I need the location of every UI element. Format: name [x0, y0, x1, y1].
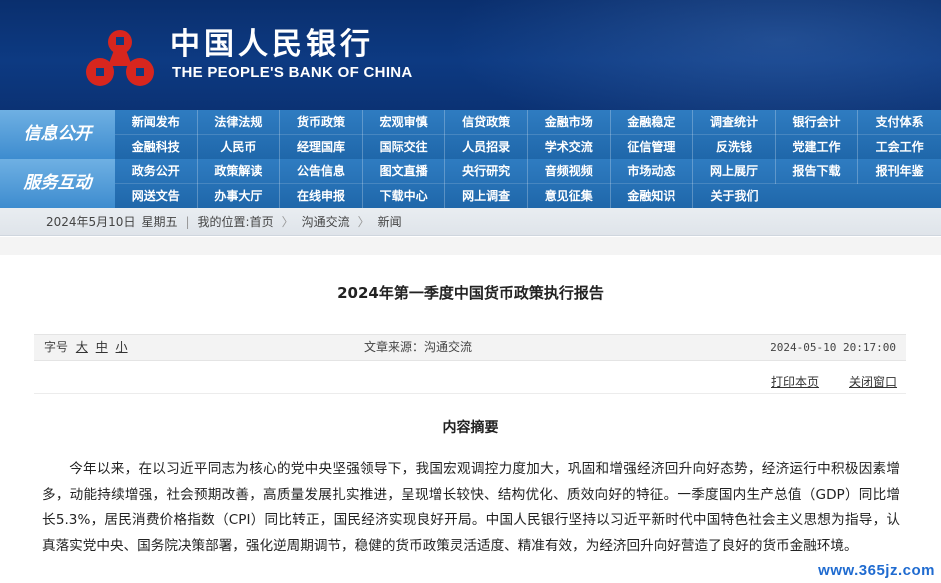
breadcrumb-separator: 〉 — [357, 215, 370, 229]
font-size-large-link[interactable]: 大 — [76, 340, 88, 354]
article-source: 文章来源：沟通交流 — [364, 340, 473, 354]
nav-item-rmb[interactable]: 人民币 — [198, 134, 281, 159]
nav-item-monetary-policy[interactable]: 货币政策 — [280, 110, 363, 135]
nav-item-academic[interactable]: 学术交流 — [528, 134, 611, 159]
nav-item-bank-accounting[interactable]: 银行会计 — [776, 110, 859, 135]
nav-row: 金融科技 人民币 经理国库 国际交往 人员招录 学术交流 征信管理 反洗钱 党建… — [115, 134, 941, 160]
nav-item-financial-knowledge[interactable]: 金融知识 — [611, 183, 694, 208]
breadcrumb: 2024年5月10日 星期五 | 我的位置: 首页 〉 沟通交流 〉 新闻 — [0, 208, 941, 236]
site-header: 中国人民银行 THE PEOPLE'S BANK OF CHINA — [0, 0, 941, 110]
article-title: 2024年第一季度中国货币政策执行报告 — [337, 284, 604, 302]
nav-item-about-us[interactable]: 关于我们 — [693, 184, 776, 209]
site-watermark: www.365jz.com — [818, 562, 935, 579]
font-size-switcher: 字号 大 中 小 — [44, 335, 128, 360]
nav-item-party-building[interactable]: 党建工作 — [776, 134, 859, 159]
nav-item-online-survey[interactable]: 网上调查 — [445, 183, 528, 208]
nav-item-financial-market[interactable]: 金融市场 — [528, 110, 611, 135]
content-top-band — [0, 237, 941, 255]
nav-item-financial-stability[interactable]: 金融稳定 — [611, 110, 694, 135]
summary-heading: 内容摘要 — [442, 420, 499, 436]
bank-name-en: THE PEOPLE'S BANK OF CHINA — [172, 64, 413, 81]
current-date: 2024年5月10日 — [46, 215, 136, 229]
nav-label-service: 服务互动 — [0, 159, 115, 208]
nav-item-treasury[interactable]: 经理国库 — [280, 134, 363, 159]
font-size-label: 字号 — [44, 340, 69, 354]
nav-item-announcements[interactable]: 公告信息 — [280, 159, 363, 184]
nav-item-gov-affairs[interactable]: 政务公开 — [115, 159, 198, 184]
breadcrumb-divider: | — [185, 215, 190, 229]
divider — [34, 393, 906, 394]
nav-item-macroprudential[interactable]: 宏观审慎 — [363, 110, 446, 135]
font-size-medium-link[interactable]: 中 — [96, 340, 108, 354]
nav-item-market-dynamics[interactable]: 市场动态 — [611, 159, 694, 184]
nav-item-service-hall[interactable]: 办事大厅 — [198, 183, 281, 208]
nav-item-online-notices[interactable]: 网送文告 — [115, 183, 198, 208]
location-label: 我的位置: — [197, 215, 250, 229]
nav-item-recruitment[interactable]: 人员招录 — [445, 134, 528, 159]
nav-item-online-filing[interactable]: 在线申报 — [280, 183, 363, 208]
nav-item-opinion-collection[interactable]: 意见征集 — [528, 183, 611, 208]
nav-row: 新闻发布 法律法规 货币政策 宏观审慎 信贷政策 金融市场 金融稳定 调查统计 … — [115, 110, 941, 135]
current-weekday: 星期五 — [141, 215, 178, 229]
nav-item-union[interactable]: 工会工作 — [858, 135, 941, 160]
breadcrumb-separator: 〉 — [281, 215, 294, 229]
nav-item-download-center[interactable]: 下载中心 — [363, 183, 446, 208]
breadcrumb-home-link[interactable]: 首页 — [250, 208, 274, 235]
nav-label-info: 信息公开 — [0, 110, 115, 159]
font-size-small-link[interactable]: 小 — [116, 340, 128, 354]
nav-item-anti-money-laundering[interactable]: 反洗钱 — [693, 134, 776, 159]
close-window-link[interactable]: 关闭窗口 — [849, 374, 897, 390]
nav-item-yearbook[interactable]: 报刊年鉴 — [858, 159, 941, 184]
article-meta-bar: 字号 大 中 小 文章来源：沟通交流 2024-05-10 20:17:00 — [34, 334, 906, 361]
breadcrumb-section-link[interactable]: 沟通交流 — [302, 208, 350, 235]
main-nav: 信息公开 服务互动 新闻发布 法律法规 货币政策 宏观审慎 信贷政策 金融市场 … — [0, 110, 941, 208]
bank-name-cn: 中国人民银行 — [170, 27, 374, 62]
nav-item-fintech[interactable]: 金融科技 — [115, 134, 198, 159]
nav-group-info: 新闻发布 法律法规 货币政策 宏观审慎 信贷政策 金融市场 金融稳定 调查统计 … — [115, 110, 941, 159]
nav-item-credit-reference[interactable]: 征信管理 — [611, 134, 694, 159]
nav-item-report-download[interactable]: 报告下载 — [776, 159, 859, 184]
nav-item-payment-system[interactable]: 支付体系 — [858, 110, 941, 135]
nav-group-service: 政务公开 政策解读 公告信息 图文直播 央行研究 音频视频 市场动态 网上展厅 … — [115, 159, 941, 208]
nav-item-international[interactable]: 国际交往 — [363, 134, 446, 159]
nav-item-policy-interpretation[interactable]: 政策解读 — [198, 159, 281, 184]
nav-item-credit-policy[interactable]: 信贷政策 — [445, 110, 528, 135]
pboc-logo-icon — [86, 30, 154, 86]
article-datetime: 2024-05-10 20:17:00 — [770, 341, 896, 354]
print-page-link[interactable]: 打印本页 — [771, 374, 819, 390]
nav-item-laws[interactable]: 法律法规 — [198, 110, 281, 135]
nav-row: 政务公开 政策解读 公告信息 图文直播 央行研究 音频视频 市场动态 网上展厅 … — [115, 159, 941, 184]
nav-item-audio-video[interactable]: 音频视频 — [528, 159, 611, 184]
nav-item-online-exhibition[interactable]: 网上展厅 — [693, 159, 776, 184]
nav-item-research[interactable]: 央行研究 — [445, 159, 528, 184]
summary-paragraph: 今年以来，在以习近平同志为核心的党中央坚强领导下，我国宏观调控力度加大，巩固和增… — [42, 461, 900, 554]
nav-row: 网送文告 办事大厅 在线申报 下载中心 网上调查 意见征集 金融知识 关于我们 — [115, 183, 941, 209]
nav-item-news-release[interactable]: 新闻发布 — [115, 110, 198, 135]
breadcrumb-current[interactable]: 新闻 — [378, 208, 402, 235]
nav-item-live-broadcast[interactable]: 图文直播 — [363, 159, 446, 184]
nav-item-statistics[interactable]: 调查统计 — [693, 110, 776, 135]
